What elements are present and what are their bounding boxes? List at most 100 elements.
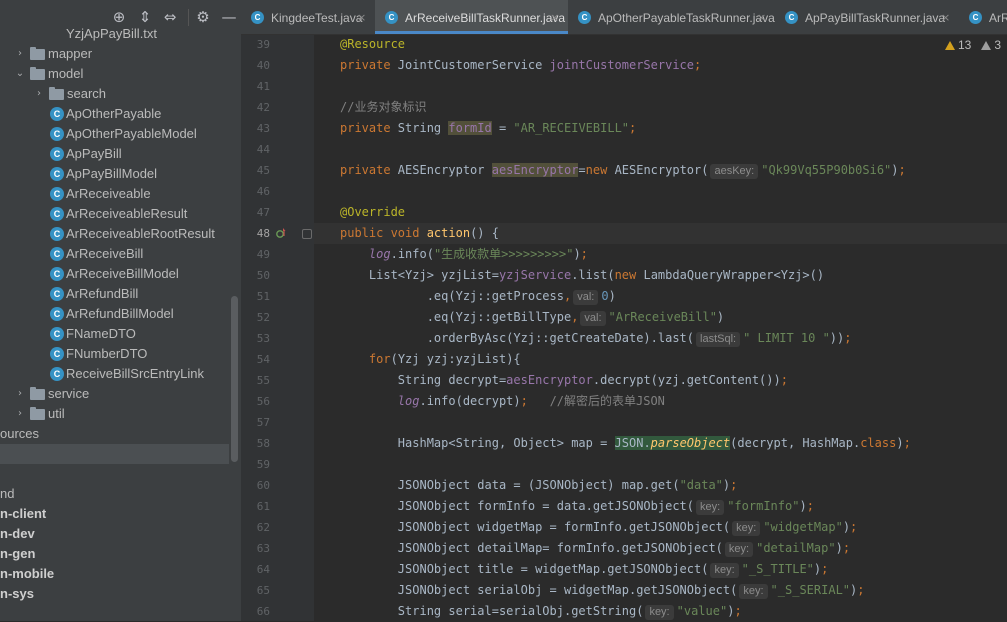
code-line[interactable]: @Override — [340, 202, 405, 223]
code-token: "ArReceiveBill" — [608, 310, 717, 324]
tab-apotherpayabletaskrunner[interactable]: C ApOtherPayableTaskRunner.java × — [568, 0, 775, 34]
tree-item[interactable]: C ApPayBillModel — [0, 164, 229, 184]
line-number: 54 — [256, 353, 270, 366]
code-line[interactable]: JSONObject data = (JSONObject) map.get("… — [340, 475, 738, 496]
code-token: "data" — [679, 478, 723, 492]
tree-item[interactable] — [0, 444, 229, 464]
tree-item-label: service — [48, 386, 90, 401]
tree-item[interactable]: n-dev — [0, 524, 229, 544]
code-token: ) — [891, 163, 899, 177]
code-line[interactable]: JSONObject formInfo = data.getJSONObject… — [340, 496, 814, 517]
code-line[interactable]: JSONObject widgetMap = formInfo.getJSONO… — [340, 517, 857, 538]
tree-item[interactable]: › search — [0, 84, 229, 104]
code-token: action — [426, 226, 471, 240]
folder-icon — [30, 407, 45, 420]
tree-item[interactable]: C ArReceiveableResult — [0, 204, 229, 224]
tree-item[interactable]: nd — [0, 484, 229, 504]
code-line[interactable]: @Resource — [340, 34, 405, 55]
class-icon: C — [50, 167, 64, 181]
code-token: AESEncryptor — [397, 163, 492, 177]
chevron-down-icon[interactable]: ⌄ — [14, 64, 26, 84]
code-token: "_S_TITLE" — [741, 562, 814, 576]
code-line[interactable]: .orderByAsc(Yzj::getCreateDate).last(las… — [340, 328, 851, 349]
line-number: 65 — [256, 584, 270, 597]
tree-item[interactable]: ⌄ model — [0, 64, 229, 84]
tree-item[interactable]: C ArReceiveableRootResult — [0, 224, 229, 244]
code-line[interactable]: .eq(Yzj::getProcess, val: 0) — [340, 286, 616, 307]
tree-item[interactable] — [0, 464, 229, 484]
tree-item[interactable]: n-sys — [0, 584, 229, 604]
code-line[interactable]: .eq(Yzj::getBillType, val: "ArReceiveBill"… — [340, 307, 724, 328]
code-line[interactable]: JSONObject detailMap= formInfo.getJSONOb… — [340, 538, 850, 559]
tree-item[interactable]: n-mobile — [0, 564, 229, 584]
line-number: 47 — [256, 206, 270, 219]
close-icon[interactable]: × — [357, 0, 366, 34]
tree-item[interactable]: YzjApPayBill.txt — [0, 24, 229, 44]
code-line[interactable]: private String formId = "AR_RECEIVEBILL"… — [340, 118, 636, 139]
class-icon: C — [50, 187, 64, 201]
code-line[interactable]: //业务对象标识 — [340, 97, 426, 118]
fold-icon[interactable] — [302, 229, 312, 239]
tree-item[interactable]: C FNameDTO — [0, 324, 229, 344]
code-line[interactable]: log.info("生成收款单>>>>>>>>>"); — [340, 244, 588, 265]
tree-item[interactable]: C FNumberDTO — [0, 344, 229, 364]
tab-arreceivebilltaskrunner[interactable]: C ArReceiveBillTaskRunner.java × — [375, 0, 568, 34]
tree-item[interactable]: › service — [0, 384, 229, 404]
tree-item[interactable]: C ArReceiveBillModel — [0, 264, 229, 284]
folder-icon — [30, 387, 45, 400]
line-number: 55 — [256, 374, 270, 387]
tree-item[interactable]: C ArRefundBill — [0, 284, 229, 304]
code-token: JSONObject widgetMap = formInfo.getJSONO… — [340, 520, 731, 534]
chevron-right-icon[interactable]: › — [14, 44, 26, 64]
line-number: 41 — [256, 80, 270, 93]
inspection-widget[interactable]: 13 3 — [944, 36, 1001, 54]
tree-item[interactable]: › mapper — [0, 44, 229, 64]
code-line[interactable]: String decrypt=aesEncryptor.decrypt(yzj.… — [340, 370, 788, 391]
code-line[interactable]: HashMap<String, Object> map = JSON.parse… — [340, 433, 911, 454]
chevron-right-icon[interactable]: › — [14, 384, 26, 404]
tree-item[interactable]: n-client — [0, 504, 229, 524]
code-token: .list( — [571, 268, 615, 282]
tree-item[interactable]: n-gen — [0, 544, 229, 564]
tree-item-label: n-gen — [0, 546, 36, 561]
tab-kingdeetest[interactable]: C KingdeeTest.java × — [241, 0, 375, 34]
tree-item-label: n-dev — [0, 526, 35, 541]
code-line[interactable]: JSONObject title = widgetMap.getJSONObje… — [340, 559, 828, 580]
code-line[interactable]: List<Yzj> yzjList=yzjService.list(new La… — [340, 265, 824, 286]
code-line[interactable]: log.info(decrypt); //解密后的表单JSON — [340, 391, 665, 412]
parameter-hint: key: — [696, 500, 725, 515]
chevron-right-icon[interactable]: › — [14, 404, 26, 424]
tree-item[interactable]: C ArReceiveable — [0, 184, 229, 204]
tree-item[interactable]: C ApOtherPayableModel — [0, 124, 229, 144]
tree-item[interactable]: C ArReceiveBill — [0, 244, 229, 264]
code-token: String decrypt= — [340, 373, 507, 387]
tree-item[interactable]: ources — [0, 424, 229, 444]
override-method-icon[interactable] — [276, 227, 286, 239]
close-icon[interactable]: × — [550, 0, 559, 34]
tree-item-label: n-client — [0, 506, 47, 521]
tree-item[interactable]: › util — [0, 404, 229, 424]
close-icon[interactable]: × — [757, 0, 766, 34]
tab-arrec[interactable]: C ArRec — [959, 0, 1007, 34]
weak-warning-icon — [981, 41, 992, 50]
chevron-right-icon[interactable]: › — [33, 84, 45, 104]
parameter-hint: aesKey: — [710, 164, 759, 179]
code-token: private — [340, 58, 398, 72]
tab-appaybilltaskrunner[interactable]: C ApPayBillTaskRunner.java × — [775, 0, 959, 34]
class-icon: C — [50, 207, 64, 221]
project-scrollbar[interactable] — [231, 296, 238, 462]
code-line[interactable]: String serial=serialObj.getString(key: "v… — [340, 601, 742, 622]
code-line[interactable]: private AESEncryptor aesEncryptor=new AE… — [340, 160, 906, 181]
code-token: .eq(Yzj::getBillType — [340, 310, 572, 324]
code-line[interactable]: private JointCustomerService jointCustom… — [340, 55, 701, 76]
code-line[interactable]: for(Yzj yzj:yzjList){ — [340, 349, 521, 370]
close-icon[interactable]: × — [941, 0, 950, 34]
tree-item-label: model — [48, 66, 84, 81]
tree-item[interactable]: C ApPayBill — [0, 144, 229, 164]
tree-item[interactable]: C ReceiveBillSrcEntryLink — [0, 364, 229, 384]
tree-item[interactable]: C ArRefundBillModel — [0, 304, 229, 324]
parameter-hint: val: — [580, 311, 606, 326]
tree-item[interactable]: C ApOtherPayable — [0, 104, 229, 124]
code-line[interactable]: JSONObject serialObj = widgetMap.getJSON… — [340, 580, 865, 601]
code-line[interactable]: public void action() { — [340, 223, 499, 244]
